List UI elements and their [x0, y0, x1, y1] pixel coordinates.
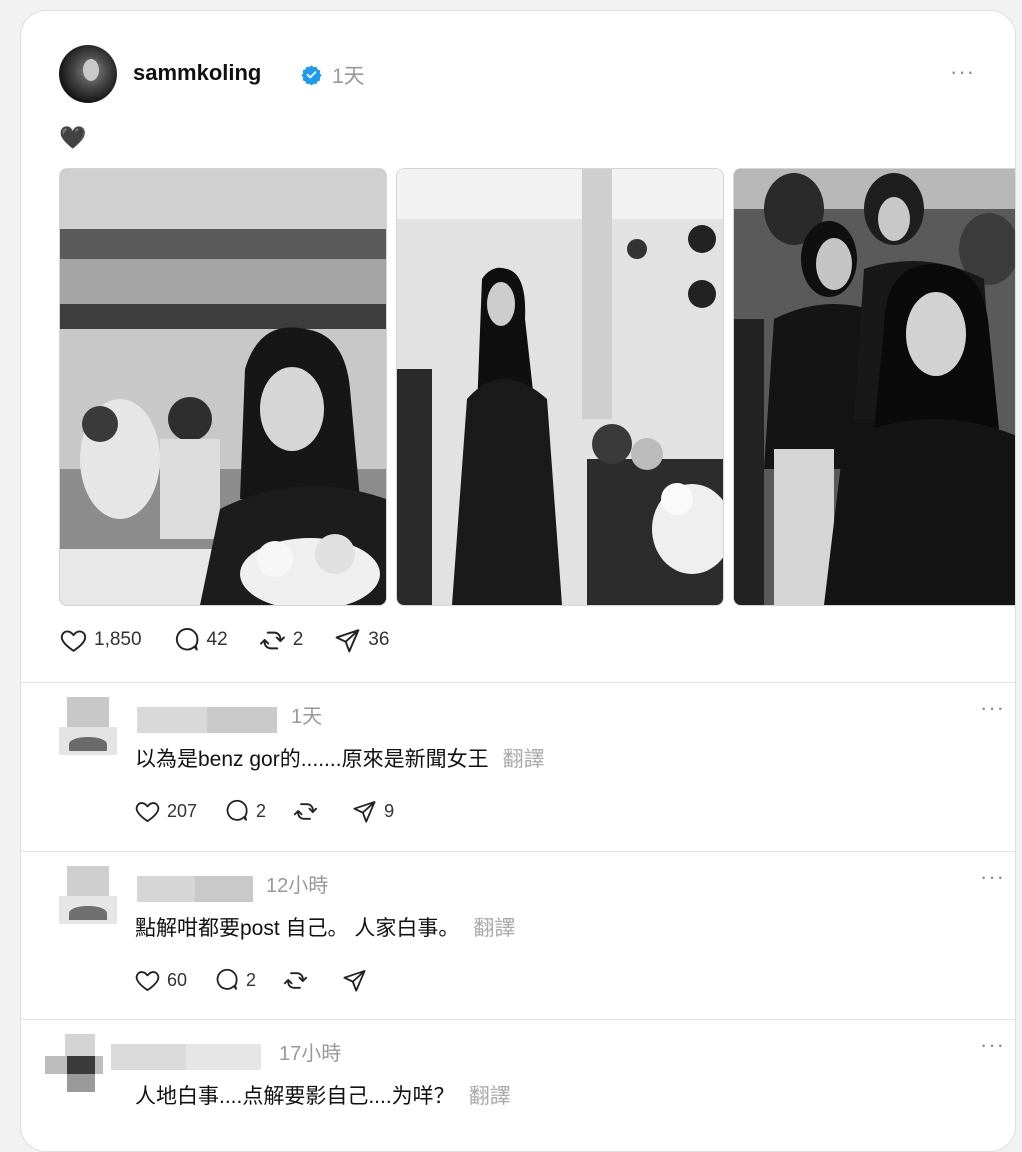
avatar[interactable]	[45, 1034, 103, 1092]
comment-time: 12小時	[266, 875, 329, 897]
comment-time: 1天	[291, 706, 323, 728]
avatar[interactable]	[59, 697, 117, 755]
translate-link[interactable]: 翻譯	[503, 748, 545, 771]
more-options-icon[interactable]: ···	[980, 1032, 1005, 1058]
comment-body: 點解咁都要post 自己。 人家白事。	[135, 917, 460, 940]
repost-icon	[259, 631, 285, 649]
avatar[interactable]	[59, 45, 117, 103]
repost-button[interactable]: 2	[258, 626, 304, 655]
photo-woman-seated-flowers-icon	[60, 169, 386, 605]
comment-item: 12小時 ··· 點解咁都要post 自己。 人家白事。 翻譯 60 2	[21, 852, 1015, 1020]
comment-actions: 207 2 9	[134, 793, 420, 829]
post-actions: 1,850 42 2 36	[59, 622, 419, 658]
send-icon	[343, 969, 366, 992]
repost-count: 2	[292, 629, 304, 650]
blurred-username[interactable]	[111, 1038, 261, 1070]
reply-count: 2	[256, 800, 267, 821]
avatar[interactable]	[59, 866, 117, 924]
blurred-username[interactable]	[137, 870, 253, 902]
reply-count: 2	[246, 969, 257, 990]
photo-woman-seated-crowd-icon	[734, 169, 1015, 605]
like-count: 1,850	[94, 629, 142, 650]
heart-icon	[135, 970, 160, 991]
post-image-1[interactable]	[59, 168, 387, 606]
translate-link[interactable]: 翻譯	[473, 917, 515, 940]
like-button[interactable]: 60	[134, 967, 187, 994]
post-image-2[interactable]	[396, 168, 724, 606]
more-options-icon[interactable]: ···	[980, 864, 1005, 890]
post-header: sammkoling 1天 ···	[59, 45, 985, 105]
share-count: 9	[384, 800, 395, 821]
share-button[interactable]: 9	[351, 798, 394, 825]
reply-button[interactable]: 42	[172, 626, 228, 655]
blurred-username[interactable]	[137, 701, 277, 733]
comment-text: 以為是benz gor的.......原來是新聞女王 翻譯	[135, 743, 545, 773]
reply-count: 42	[206, 629, 228, 650]
like-button[interactable]: 207	[134, 798, 197, 825]
more-options-icon[interactable]: ···	[950, 59, 975, 85]
heart-icon	[60, 629, 87, 652]
like-count: 207	[167, 800, 198, 821]
comment-body: 以為是benz gor的.......原來是新聞女王	[135, 748, 489, 771]
share-button[interactable]	[341, 967, 374, 994]
heart-icon	[135, 801, 160, 822]
comment-item: 1天 ··· 以為是benz gor的.......原來是新聞女王 翻譯 207 …	[21, 683, 1015, 851]
reply-button[interactable]: 2	[223, 798, 266, 825]
send-icon	[353, 800, 376, 823]
send-icon	[335, 628, 360, 652]
thread-card: sammkoling 1天 ··· 🖤 1,850 42 2 36 1天 ···…	[20, 10, 1016, 1152]
comment-time: 17小時	[279, 1043, 342, 1065]
more-options-icon[interactable]: ···	[980, 695, 1005, 721]
post-time: 1天	[332, 65, 365, 88]
reply-button[interactable]: 2	[213, 967, 256, 994]
repost-icon	[283, 971, 308, 989]
comment-icon	[175, 627, 198, 651]
post-caption: 🖤	[59, 125, 87, 150]
verified-badge-icon	[301, 65, 322, 85]
repost-button[interactable]	[292, 798, 325, 825]
comment-actions: 60 2	[134, 962, 400, 998]
repost-icon	[293, 802, 318, 820]
comment-icon	[216, 968, 238, 990]
like-count: 60	[167, 969, 188, 990]
image-carousel[interactable]	[59, 168, 1015, 606]
repost-button[interactable]	[282, 967, 315, 994]
share-button[interactable]: 36	[333, 626, 389, 655]
photo-woman-standing-icon	[397, 169, 723, 605]
comment-icon	[226, 799, 248, 821]
comment-text: 點解咁都要post 自己。 人家白事。 翻譯	[135, 912, 515, 942]
translate-link[interactable]: 翻譯	[469, 1085, 511, 1108]
post-image-3[interactable]	[733, 168, 1015, 606]
comment-body: 人地白事....点解要影自己....为咩？	[135, 1085, 455, 1108]
username[interactable]: sammkoling	[133, 60, 261, 86]
comment-text: 人地白事....点解要影自己....为咩？ 翻譯	[135, 1080, 511, 1110]
share-count: 36	[368, 629, 390, 650]
comment-item: 17小時 ··· 人地白事....点解要影自己....为咩？ 翻譯	[21, 1020, 1015, 1151]
like-button[interactable]: 1,850	[59, 626, 142, 655]
